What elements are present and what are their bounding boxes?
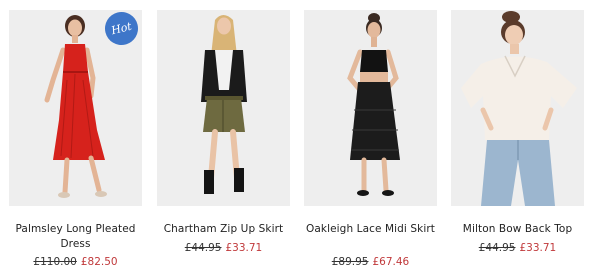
product-image[interactable] (304, 10, 437, 206)
original-price: £110.00 (33, 256, 77, 268)
product-image[interactable]: Hot (9, 10, 142, 206)
product-grid: Hot Palmsley Long Pleated Dress £110.00 £… (0, 0, 600, 277)
product-card[interactable]: Chartham Zip Up Skirt £44.95 £33.71 (157, 10, 290, 277)
product-name[interactable]: Chartham Zip Up Skirt (157, 222, 290, 237)
model-black-lace-skirt-icon (304, 10, 437, 206)
model-white-top-icon (451, 10, 584, 206)
sale-price: £67.46 (372, 256, 410, 268)
product-price: £89.95 £67.46 (304, 255, 437, 269)
original-price: £44.95 (478, 242, 516, 254)
sale-price: £33.71 (225, 242, 263, 254)
sale-price: £33.71 (519, 242, 557, 254)
product-card[interactable]: Hot Palmsley Long Pleated Dress £110.00 £… (9, 10, 142, 277)
product-price: £44.95 £33.71 (157, 241, 290, 255)
sale-price: £82.50 (80, 256, 118, 268)
product-price: £110.00 £82.50 (9, 255, 142, 269)
product-image[interactable] (157, 10, 290, 206)
product-card[interactable]: Milton Bow Back Top £44.95 £33.71 (451, 10, 584, 277)
original-price: £44.95 (184, 242, 222, 254)
product-name[interactable]: Palmsley Long Pleated Dress (9, 222, 142, 252)
original-price: £89.95 (331, 256, 369, 268)
product-name[interactable]: Oakleigh Lace Midi Skirt (304, 222, 437, 237)
product-card[interactable]: Oakleigh Lace Midi Skirt £89.95 £67.46 (304, 10, 437, 277)
product-name[interactable]: Milton Bow Back Top (451, 222, 584, 237)
product-image[interactable] (451, 10, 584, 206)
model-khaki-skirt-icon (157, 10, 290, 206)
product-price: £44.95 £33.71 (451, 241, 584, 255)
